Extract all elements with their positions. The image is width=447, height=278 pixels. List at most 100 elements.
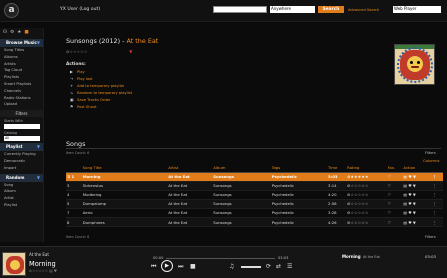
action-icons[interactable]: ▤ ♥ ▼ [402, 217, 432, 228]
favorite-icon[interactable]: ♡ [386, 181, 403, 191]
song-tags[interactable]: Psychedelic [270, 181, 328, 191]
sidebar-item-random-song[interactable]: Song [0, 182, 43, 189]
now-playing-art[interactable] [2, 252, 26, 276]
now-playing-artist[interactable]: At the Eat [29, 252, 49, 257]
shuffle-icon[interactable]: ⇄ [276, 263, 281, 270]
song-title[interactable]: Mudbeing [81, 190, 150, 200]
player-type-select[interactable]: Web Player [393, 6, 441, 13]
favorite-icon[interactable]: ♡ [386, 217, 403, 228]
song-artist[interactable]: At the Eat [167, 172, 213, 182]
song-rating[interactable]: ⊘☆☆☆☆☆ [346, 199, 387, 209]
row-menu-icon[interactable]: ⋮ [431, 199, 443, 209]
col-rating[interactable]: Rating [346, 164, 387, 173]
sidebar-item-import[interactable]: Import [0, 165, 43, 172]
song-rating[interactable]: ⊘☆☆☆☆☆ [346, 208, 387, 218]
browse-music-header[interactable]: Browse Music ▼ [0, 39, 43, 47]
play-last-action[interactable]: → Play last [70, 77, 93, 81]
action-icons[interactable]: ▤ ♥ ▼ [402, 181, 432, 191]
queue-song-title[interactable]: Morning [342, 254, 361, 259]
song-rating[interactable]: ⊘☆☆☆☆☆ [346, 190, 387, 200]
previous-icon[interactable]: ⏮ [151, 263, 156, 271]
sidebar-item-democratic[interactable]: Democratic [0, 158, 43, 165]
prefs-icon[interactable]: ■ [24, 30, 28, 35]
save-tracks-order-action[interactable]: ▣ Save Tracks Order [70, 98, 110, 102]
song-artist[interactable]: At the Eat [167, 208, 213, 218]
row-menu-icon[interactable]: ⋮ [431, 208, 443, 218]
play-button[interactable]: ▶ [161, 260, 173, 272]
table-row[interactable]: 4 Mudbeing At the Eat Sunsongs Psychedelic 4:… [66, 190, 443, 200]
collapse-icon[interactable]: ▼ [37, 39, 40, 47]
table-row[interactable]: 7 Aerio At the Eat Sunsongs Psychedelic 3:28 ⊘… [66, 208, 443, 218]
favorite-icon[interactable]: ♡ [386, 190, 403, 200]
next-icon[interactable]: ⏭ [178, 263, 183, 271]
catalog-select[interactable]: All [4, 136, 40, 142]
col-song-title[interactable]: Song Title [81, 164, 150, 173]
now-playing-rating[interactable]: ⊘☆☆☆☆☆ ▤ ♥ [29, 269, 57, 273]
song-title[interactable]: Morning [81, 172, 150, 182]
sidebar-item-song-titles[interactable]: Song Titles [0, 47, 43, 54]
collapse-icon[interactable]: ▼ [37, 174, 40, 182]
col-time[interactable]: Time [327, 164, 347, 173]
album-art[interactable] [394, 44, 435, 85]
columns-toggle[interactable]: Columns [423, 158, 440, 163]
song-tags[interactable]: Psychedelic [270, 199, 328, 209]
song-rating[interactable]: ⊘☆☆☆☆☆ [346, 181, 387, 191]
sidebar-item-tag-cloud[interactable]: Tag Cloud [0, 67, 43, 74]
album-artist-link[interactable]: At the Eat [127, 37, 159, 45]
sidebar-item-radio-stations[interactable]: Radio Stations [0, 95, 43, 102]
action-icons[interactable]: ▤ ♥ ▼ [402, 172, 432, 182]
album-rating-stars[interactable]: ⊘☆☆☆☆☆ [66, 49, 87, 54]
filters-toggle[interactable]: Filters [425, 151, 436, 155]
favorite-icon[interactable]: ♡ [386, 199, 403, 209]
song-tags[interactable]: Psychedelic [270, 190, 328, 200]
action-icons[interactable]: ▤ ♥ ▼ [402, 199, 432, 209]
random-header[interactable]: Random ▼ [0, 173, 43, 182]
star-icon[interactable]: ★ [17, 30, 21, 35]
sidebar-item-random-artist[interactable]: Artist [0, 195, 43, 202]
song-artist[interactable]: At the Eat [167, 190, 213, 200]
playlist-header[interactable]: Playlist ▼ [0, 143, 43, 152]
sidebar-item-random-playlist[interactable]: Playlist [0, 202, 43, 209]
favorite-heart-icon[interactable]: ▼ [129, 49, 132, 54]
col-album[interactable]: Album [212, 164, 271, 173]
row-menu-icon[interactable]: ⋮ [431, 217, 443, 228]
collapse-icon[interactable]: ▼ [37, 143, 40, 151]
table-row[interactable]: ⇅ 1 Morning At the Eat Sunsongs Psychedelic 3… [66, 172, 443, 182]
sidebar-item-albums[interactable]: Albums [0, 54, 43, 61]
song-rating[interactable]: ⊘★★★★★ [346, 172, 387, 182]
sidebar-item-smart-playlists[interactable]: Smart Playlists [0, 81, 43, 88]
headphones-icon[interactable]: ☊ [3, 30, 7, 35]
search-button[interactable]: Search [318, 6, 344, 13]
col-tags[interactable]: Tags [270, 164, 328, 173]
action-icons[interactable]: ▤ ♥ ▼ [402, 208, 432, 218]
col-artist[interactable]: Artist [167, 164, 213, 173]
row-menu-icon[interactable]: ⋮ [431, 181, 443, 191]
song-album[interactable]: Sunsongs [212, 172, 271, 182]
song-title[interactable]: Aerio [81, 208, 150, 218]
row-menu-icon[interactable]: ⋮ [431, 172, 443, 182]
song-rating[interactable]: ⊘☆☆☆☆☆ [346, 217, 387, 228]
search-scope-select[interactable]: Anywhere [270, 6, 315, 13]
mute-icon[interactable]: ♫ [229, 263, 234, 270]
action-icons[interactable]: ▤ ♥ ▼ [402, 190, 432, 200]
song-album[interactable]: Sunsongs [212, 199, 271, 209]
song-album[interactable]: Sunsongs [212, 208, 271, 218]
sidebar-item-random-album[interactable]: Album [0, 188, 43, 195]
volume-slider[interactable] [241, 266, 261, 268]
play-action[interactable]: ▶ Play [70, 70, 85, 74]
playlist-icon[interactable]: ☰ [287, 263, 292, 270]
repeat-icon[interactable]: ⟳ [266, 263, 271, 270]
song-tags[interactable]: Psychedelic [270, 208, 328, 218]
sidebar-item-channels[interactable]: Channels [0, 88, 43, 95]
progress-bar[interactable] [166, 258, 275, 259]
table-row[interactable]: 8 Dumphrees At the Eat Sunsongs Psychedelic 4… [66, 217, 443, 228]
starts-with-input[interactable] [4, 124, 40, 130]
song-title[interactable]: Sickenstus [81, 181, 150, 191]
sidebar-item-currently-playing[interactable]: Currently Playing [0, 151, 43, 158]
col-fav[interactable]: Fav. [386, 164, 403, 173]
song-artist[interactable]: At the Eat [167, 217, 213, 228]
search-input[interactable] [213, 6, 267, 13]
stop-icon[interactable]: ■ [190, 263, 196, 270]
add-temp-playlist-action[interactable]: + Add to temporary playlist [70, 84, 124, 88]
post-shout-action[interactable]: ⚑ Post Shout [70, 105, 97, 109]
